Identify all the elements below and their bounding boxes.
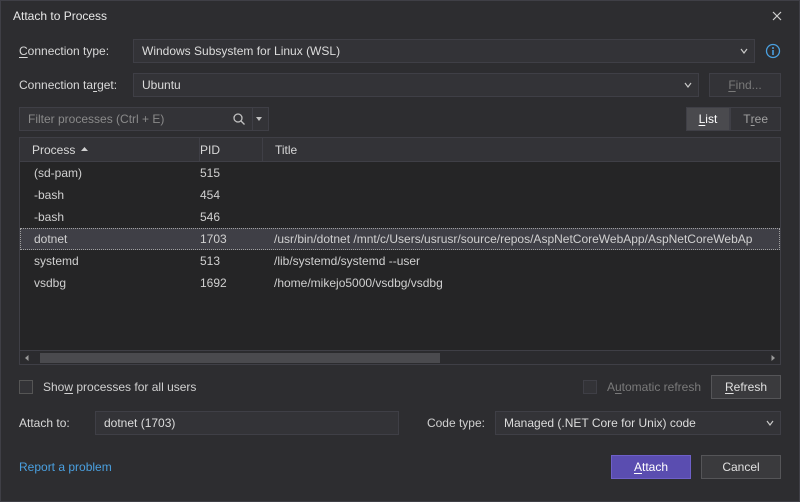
column-header-pid[interactable]: PID <box>200 138 262 161</box>
attach-button[interactable]: Attach <box>611 455 691 479</box>
cell-title: /lib/systemd/systemd --user <box>262 250 780 272</box>
table-row[interactable]: vsdbg1692/home/mikejo5000/vsdbg/vsdbg <box>20 272 780 294</box>
find-button: Find... <box>709 73 781 97</box>
cell-process: -bash <box>20 210 200 224</box>
view-list-button[interactable]: List <box>686 107 731 131</box>
cell-title <box>262 206 780 228</box>
cell-title <box>262 162 780 184</box>
connection-target-dropdown[interactable]: Ubuntu <box>133 73 699 97</box>
auto-refresh-checkbox <box>583 380 597 394</box>
scroll-left-icon[interactable] <box>20 351 34 365</box>
chevron-down-icon <box>684 78 692 92</box>
scroll-right-icon[interactable] <box>766 351 780 365</box>
connection-type-value: Windows Subsystem for Linux (WSL) <box>142 44 340 58</box>
cell-pid: 1692 <box>200 276 262 290</box>
code-type-dropdown[interactable]: Managed (.NET Core for Unix) code <box>495 411 781 435</box>
cell-pid: 546 <box>200 210 262 224</box>
code-type-value: Managed (.NET Core for Unix) code <box>504 416 696 430</box>
scrollbar-thumb[interactable] <box>40 353 440 363</box>
auto-refresh-label: Automatic refresh <box>607 380 701 394</box>
attach-to-input[interactable] <box>95 411 399 435</box>
title-bar: Attach to Process <box>1 1 799 31</box>
cell-process: dotnet <box>20 232 200 246</box>
code-type-label: Code type: <box>415 416 485 430</box>
filter-dropdown-split[interactable] <box>252 108 264 130</box>
connection-target-value: Ubuntu <box>142 78 181 92</box>
process-grid: Process PID Title (sd-pam)515-bash454-ba… <box>19 137 781 365</box>
info-icon[interactable] <box>765 43 781 59</box>
cell-process: systemd <box>20 254 200 268</box>
connection-type-label: Connection type: <box>19 44 123 58</box>
cell-pid: 515 <box>200 166 262 180</box>
sort-ascending-icon <box>81 146 88 153</box>
cell-title: /usr/bin/dotnet /mnt/c/Users/usrusr/sour… <box>262 228 780 250</box>
table-row[interactable]: -bash546 <box>20 206 780 228</box>
view-tree-button[interactable]: Tree <box>730 107 781 131</box>
horizontal-scrollbar[interactable] <box>20 350 780 364</box>
cell-process: (sd-pam) <box>20 166 200 180</box>
attach-to-label: Attach to: <box>19 416 85 430</box>
show-all-users-checkbox[interactable] <box>19 380 33 394</box>
cell-process: -bash <box>20 188 200 202</box>
filter-input[interactable] <box>28 112 232 126</box>
view-toggle: List Tree <box>686 107 781 131</box>
cell-pid: 1703 <box>200 232 262 246</box>
chevron-down-icon <box>766 416 774 430</box>
connection-target-label: Connection target: <box>19 78 123 92</box>
close-icon <box>772 11 782 21</box>
table-row[interactable]: systemd513/lib/systemd/systemd --user <box>20 250 780 272</box>
table-row[interactable]: (sd-pam)515 <box>20 162 780 184</box>
cancel-button[interactable]: Cancel <box>701 455 781 479</box>
refresh-button[interactable]: Refresh <box>711 375 781 399</box>
search-icon <box>232 112 246 126</box>
cell-title: /home/mikejo5000/vsdbg/vsdbg <box>262 272 780 294</box>
filter-input-container[interactable] <box>19 107 269 131</box>
connection-type-dropdown[interactable]: Windows Subsystem for Linux (WSL) <box>133 39 755 63</box>
cell-title <box>262 184 780 206</box>
cell-pid: 513 <box>200 254 262 268</box>
report-problem-link[interactable]: Report a problem <box>19 460 112 474</box>
window-title: Attach to Process <box>13 9 107 23</box>
column-header-title[interactable]: Title <box>262 138 780 161</box>
close-button[interactable] <box>763 5 791 27</box>
show-all-users-label: Show processes for all users <box>43 380 196 394</box>
grid-header: Process PID Title <box>20 138 780 162</box>
grid-body: (sd-pam)515-bash454-bash546dotnet1703/us… <box>20 162 780 350</box>
column-header-process[interactable]: Process <box>20 138 200 161</box>
chevron-down-icon <box>740 44 748 58</box>
table-row[interactable]: dotnet1703/usr/bin/dotnet /mnt/c/Users/u… <box>20 228 780 250</box>
cell-process: vsdbg <box>20 276 200 290</box>
table-row[interactable]: -bash454 <box>20 184 780 206</box>
cell-pid: 454 <box>200 188 262 202</box>
